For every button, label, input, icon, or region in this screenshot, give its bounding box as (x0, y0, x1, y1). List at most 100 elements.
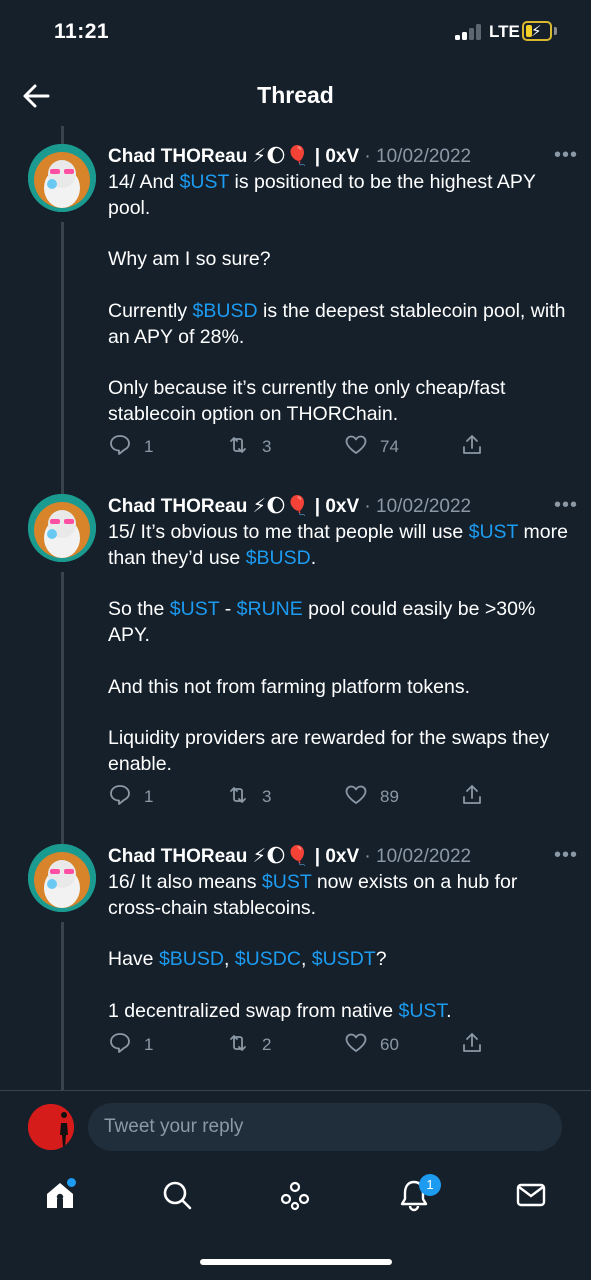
author-name[interactable]: Chad THOReau (108, 146, 247, 167)
bottom-nav: 1 (0, 1160, 591, 1240)
cashtag-link[interactable]: $USDT (312, 948, 376, 970)
cashtag-link[interactable]: $USDC (235, 948, 301, 970)
tweet-paragraph: So the $UST - $RUNE pool could easily be… (108, 597, 568, 649)
like-button[interactable]: 60 (344, 1030, 399, 1060)
cashtag-link[interactable]: $UST (180, 171, 230, 193)
tweet-header: Chad THOReau ⚡🌔🎈 | 0xV · 10/02/2022 ••• (108, 494, 578, 522)
like-count: 60 (380, 1035, 399, 1054)
charging-icon: ⚡ (531, 23, 542, 40)
tweet-paragraph: And this not from farming platform token… (108, 675, 568, 701)
tweet-paragraph: Why am I so sure? (108, 247, 568, 273)
divider (0, 1090, 591, 1091)
heart-icon (344, 433, 368, 462)
thread-line (61, 222, 64, 494)
tweet-date: · 10/02/2022 (364, 846, 472, 867)
nav-notifications[interactable]: 1 (397, 1174, 441, 1218)
user-avatar[interactable] (28, 1104, 74, 1150)
author-avatar[interactable] (28, 494, 96, 562)
cashtag-link[interactable]: $UST (398, 1000, 446, 1022)
share-button[interactable] (460, 1030, 484, 1060)
share-icon (460, 783, 484, 812)
tweet-paragraph: Currently $BUSD is the deepest stablecoi… (108, 299, 568, 351)
author-avatar[interactable] (28, 144, 96, 212)
tweet-text: , (223, 948, 235, 971)
tweet-body: 15/ It’s obvious to me that people will … (108, 520, 568, 778)
reply-button[interactable]: 1 (108, 432, 153, 462)
author-name[interactable]: Chad THOReau (108, 496, 247, 517)
cashtag-link[interactable]: $UST (262, 871, 312, 893)
cashtag-link[interactable]: $UST (170, 598, 220, 620)
thread-line (61, 572, 64, 844)
retweet-icon (226, 433, 250, 462)
tweet-text: Liquidity providers are rewarded for the… (108, 727, 550, 776)
reply-input[interactable] (88, 1103, 562, 1151)
share-icon (460, 1031, 484, 1060)
cashtag-link[interactable]: $RUNE (237, 598, 303, 620)
nav-home[interactable] (43, 1178, 83, 1218)
author-handle: | 0xV (314, 846, 360, 867)
retweet-count: 2 (262, 1035, 272, 1054)
author-emoji: ⚡🌔🎈 (252, 146, 310, 167)
tweet-paragraph: 1 decentralized swap from native $UST. (108, 999, 568, 1025)
page-title: Thread (257, 82, 334, 108)
cashtag-link[interactable]: $BUSD (159, 948, 224, 970)
tweet-actions: 1 3 89 (108, 782, 508, 812)
reply-button[interactable]: 1 (108, 1030, 153, 1060)
like-count: 89 (380, 787, 399, 806)
nav-search[interactable] (160, 1178, 200, 1218)
nav-messages[interactable] (514, 1178, 554, 1218)
search-icon (163, 1181, 192, 1210)
reply-count: 1 (144, 437, 154, 456)
author-name[interactable]: Chad THOReau (108, 846, 247, 867)
notification-badge: 1 (419, 1174, 441, 1196)
like-button[interactable]: 74 (344, 432, 399, 462)
cashtag-link[interactable]: $UST (469, 521, 519, 543)
battery-nub (554, 27, 557, 35)
tweet-text: , (300, 948, 312, 971)
tweet-paragraph: Only because it’s currently the only che… (108, 376, 568, 428)
author-emoji: ⚡🌔🎈 (252, 496, 310, 517)
heart-icon (344, 783, 368, 812)
spaces-icon (280, 1181, 310, 1211)
more-options-icon[interactable]: ••• (554, 844, 578, 867)
share-button[interactable] (460, 782, 484, 812)
author-avatar[interactable] (28, 844, 96, 912)
tweet-paragraph: 15/ It’s obvious to me that people will … (108, 520, 568, 572)
tweet-text: So the (108, 598, 170, 621)
cashtag-link[interactable]: $BUSD (246, 547, 311, 569)
tweet-actions: 1 2 60 (108, 1030, 508, 1060)
tweet-text: . (310, 546, 317, 569)
reply-count: 1 (144, 787, 154, 806)
retweet-button[interactable]: 2 (226, 1030, 271, 1060)
like-count: 74 (380, 437, 399, 456)
tweet-text: Why am I so sure? (108, 248, 271, 271)
like-button[interactable]: 89 (344, 782, 399, 812)
cashtag-link[interactable]: $BUSD (193, 300, 258, 322)
more-options-icon[interactable]: ••• (554, 494, 578, 517)
tweet-text: 16/ It also means (108, 871, 262, 893)
nav-spaces[interactable] (278, 1178, 318, 1218)
author-emoji: ⚡🌔🎈 (252, 846, 310, 867)
tweet-text: - (219, 598, 237, 621)
reply-icon (108, 433, 132, 462)
retweet-icon (226, 783, 250, 812)
status-bar: 11:21 LTE ⚡ (0, 0, 591, 64)
network-type: LTE (489, 22, 520, 41)
reply-button[interactable]: 1 (108, 782, 153, 812)
thread-line (61, 922, 64, 1090)
retweet-button[interactable]: 3 (226, 432, 271, 462)
tweet-text: Have (108, 948, 159, 971)
thread-line (61, 126, 64, 144)
tweet-date: · 10/02/2022 (364, 146, 472, 167)
tweet-date: · 10/02/2022 (364, 496, 472, 517)
more-options-icon[interactable]: ••• (554, 144, 578, 167)
tweet-body: 14/ And $UST is positioned to be the hig… (108, 170, 568, 428)
home-new-dot (67, 1178, 76, 1187)
reply-icon (108, 1031, 132, 1060)
tweet-paragraph: 14/ And $UST is positioned to be the hig… (108, 170, 568, 222)
retweet-icon (226, 1031, 250, 1060)
tweet-text: 14/ And (108, 171, 180, 193)
retweet-button[interactable]: 3 (226, 782, 271, 812)
share-button[interactable] (460, 432, 484, 462)
tweet-body: 16/ It also means $UST now exists on a h… (108, 870, 568, 1025)
